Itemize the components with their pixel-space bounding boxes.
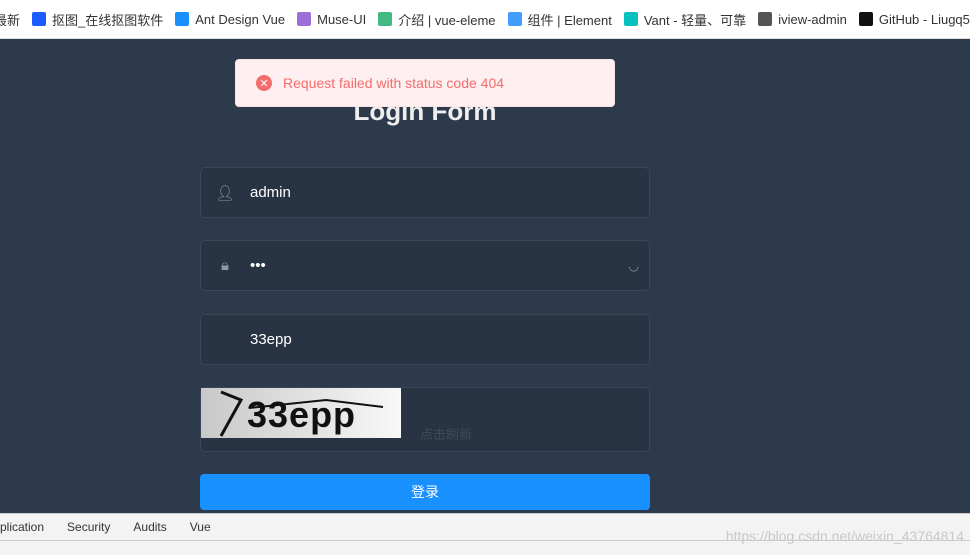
username-input[interactable]: admin (249, 184, 649, 201)
bookmark-item[interactable]: iview-admin (758, 12, 847, 27)
bookmark-item[interactable]: GitHub - Liugq57 (858, 11, 970, 27)
error-icon: ✕ (256, 75, 272, 91)
bookmark-label: Ant Design Vue (195, 11, 286, 27)
vue-icon (378, 12, 393, 26)
user-icon: 👤︎ (215, 184, 235, 202)
eye-closed-icon[interactable]: ◡ (629, 259, 639, 273)
captcha-image[interactable]: 33epp (201, 388, 401, 438)
bookmark-label: Muse-UI (317, 11, 367, 27)
captcha-box: 33epp 点击刷新 (200, 387, 650, 452)
bookmark-label: 最新 (0, 12, 21, 28)
github-icon (858, 12, 873, 26)
globe-icon (758, 12, 773, 26)
bookmark-label: GitHub - Liugq57 (878, 11, 970, 27)
bookmark-label: 抠图_在线抠图软件 (52, 12, 164, 28)
watermark: https://blog.csdn.net/weixin_43764814 (725, 528, 964, 544)
element-icon (507, 12, 522, 26)
error-toast: ✕ Request failed with status code 404 (235, 59, 615, 107)
vant-icon (623, 12, 638, 26)
museui-icon (297, 12, 312, 26)
bookmark-label: 组件 | Element (527, 12, 612, 28)
bookmark-label: iview-admin (778, 11, 847, 27)
bookmark-item[interactable]: 抠图_在线抠图软件 (32, 10, 163, 29)
bookmark-label: 介绍 | vue-eleme (398, 12, 496, 28)
devtools-tab[interactable]: plication (0, 520, 44, 534)
bookmark-label: Vant - 轻量、可靠 (643, 12, 747, 28)
devtools-tab[interactable]: Security (67, 520, 110, 534)
captcha-field[interactable]: 33epp (200, 314, 650, 365)
bookmark-item[interactable]: Muse-UI (297, 12, 366, 27)
bookmark-item[interactable]: Ant Design Vue (175, 12, 285, 27)
password-input[interactable]: ••• (249, 257, 629, 274)
antdv-icon (175, 12, 190, 26)
captcha-input[interactable]: 33epp (249, 331, 649, 348)
bookmark-item[interactable]: 介绍 | vue-eleme (378, 10, 496, 29)
bookmarks-bar: 最新 抠图_在线抠图软件 Ant Design Vue Muse-UI 介绍 | vue… (0, 0, 970, 39)
bookmark-item[interactable]: 组件 | Element (507, 10, 612, 29)
devtools-tab[interactable]: Audits (133, 520, 166, 534)
devtools-tab[interactable]: Vue (190, 520, 211, 534)
login-button[interactable]: 登录 (200, 474, 650, 510)
bookmark-item[interactable]: Vant - 轻量、可靠 (623, 10, 747, 29)
username-field[interactable]: 👤︎ admin (200, 167, 650, 218)
lock-icon: 🔒︎ (221, 257, 229, 274)
gaoding-icon (32, 12, 47, 26)
bookmark-item[interactable]: 最新 (0, 10, 20, 29)
toast-message: Request failed with status code 404 (283, 75, 505, 91)
refresh-captcha-link[interactable]: 点击刷新 (420, 424, 472, 443)
password-field[interactable]: 🔒︎ ••• ◡ (200, 240, 650, 291)
